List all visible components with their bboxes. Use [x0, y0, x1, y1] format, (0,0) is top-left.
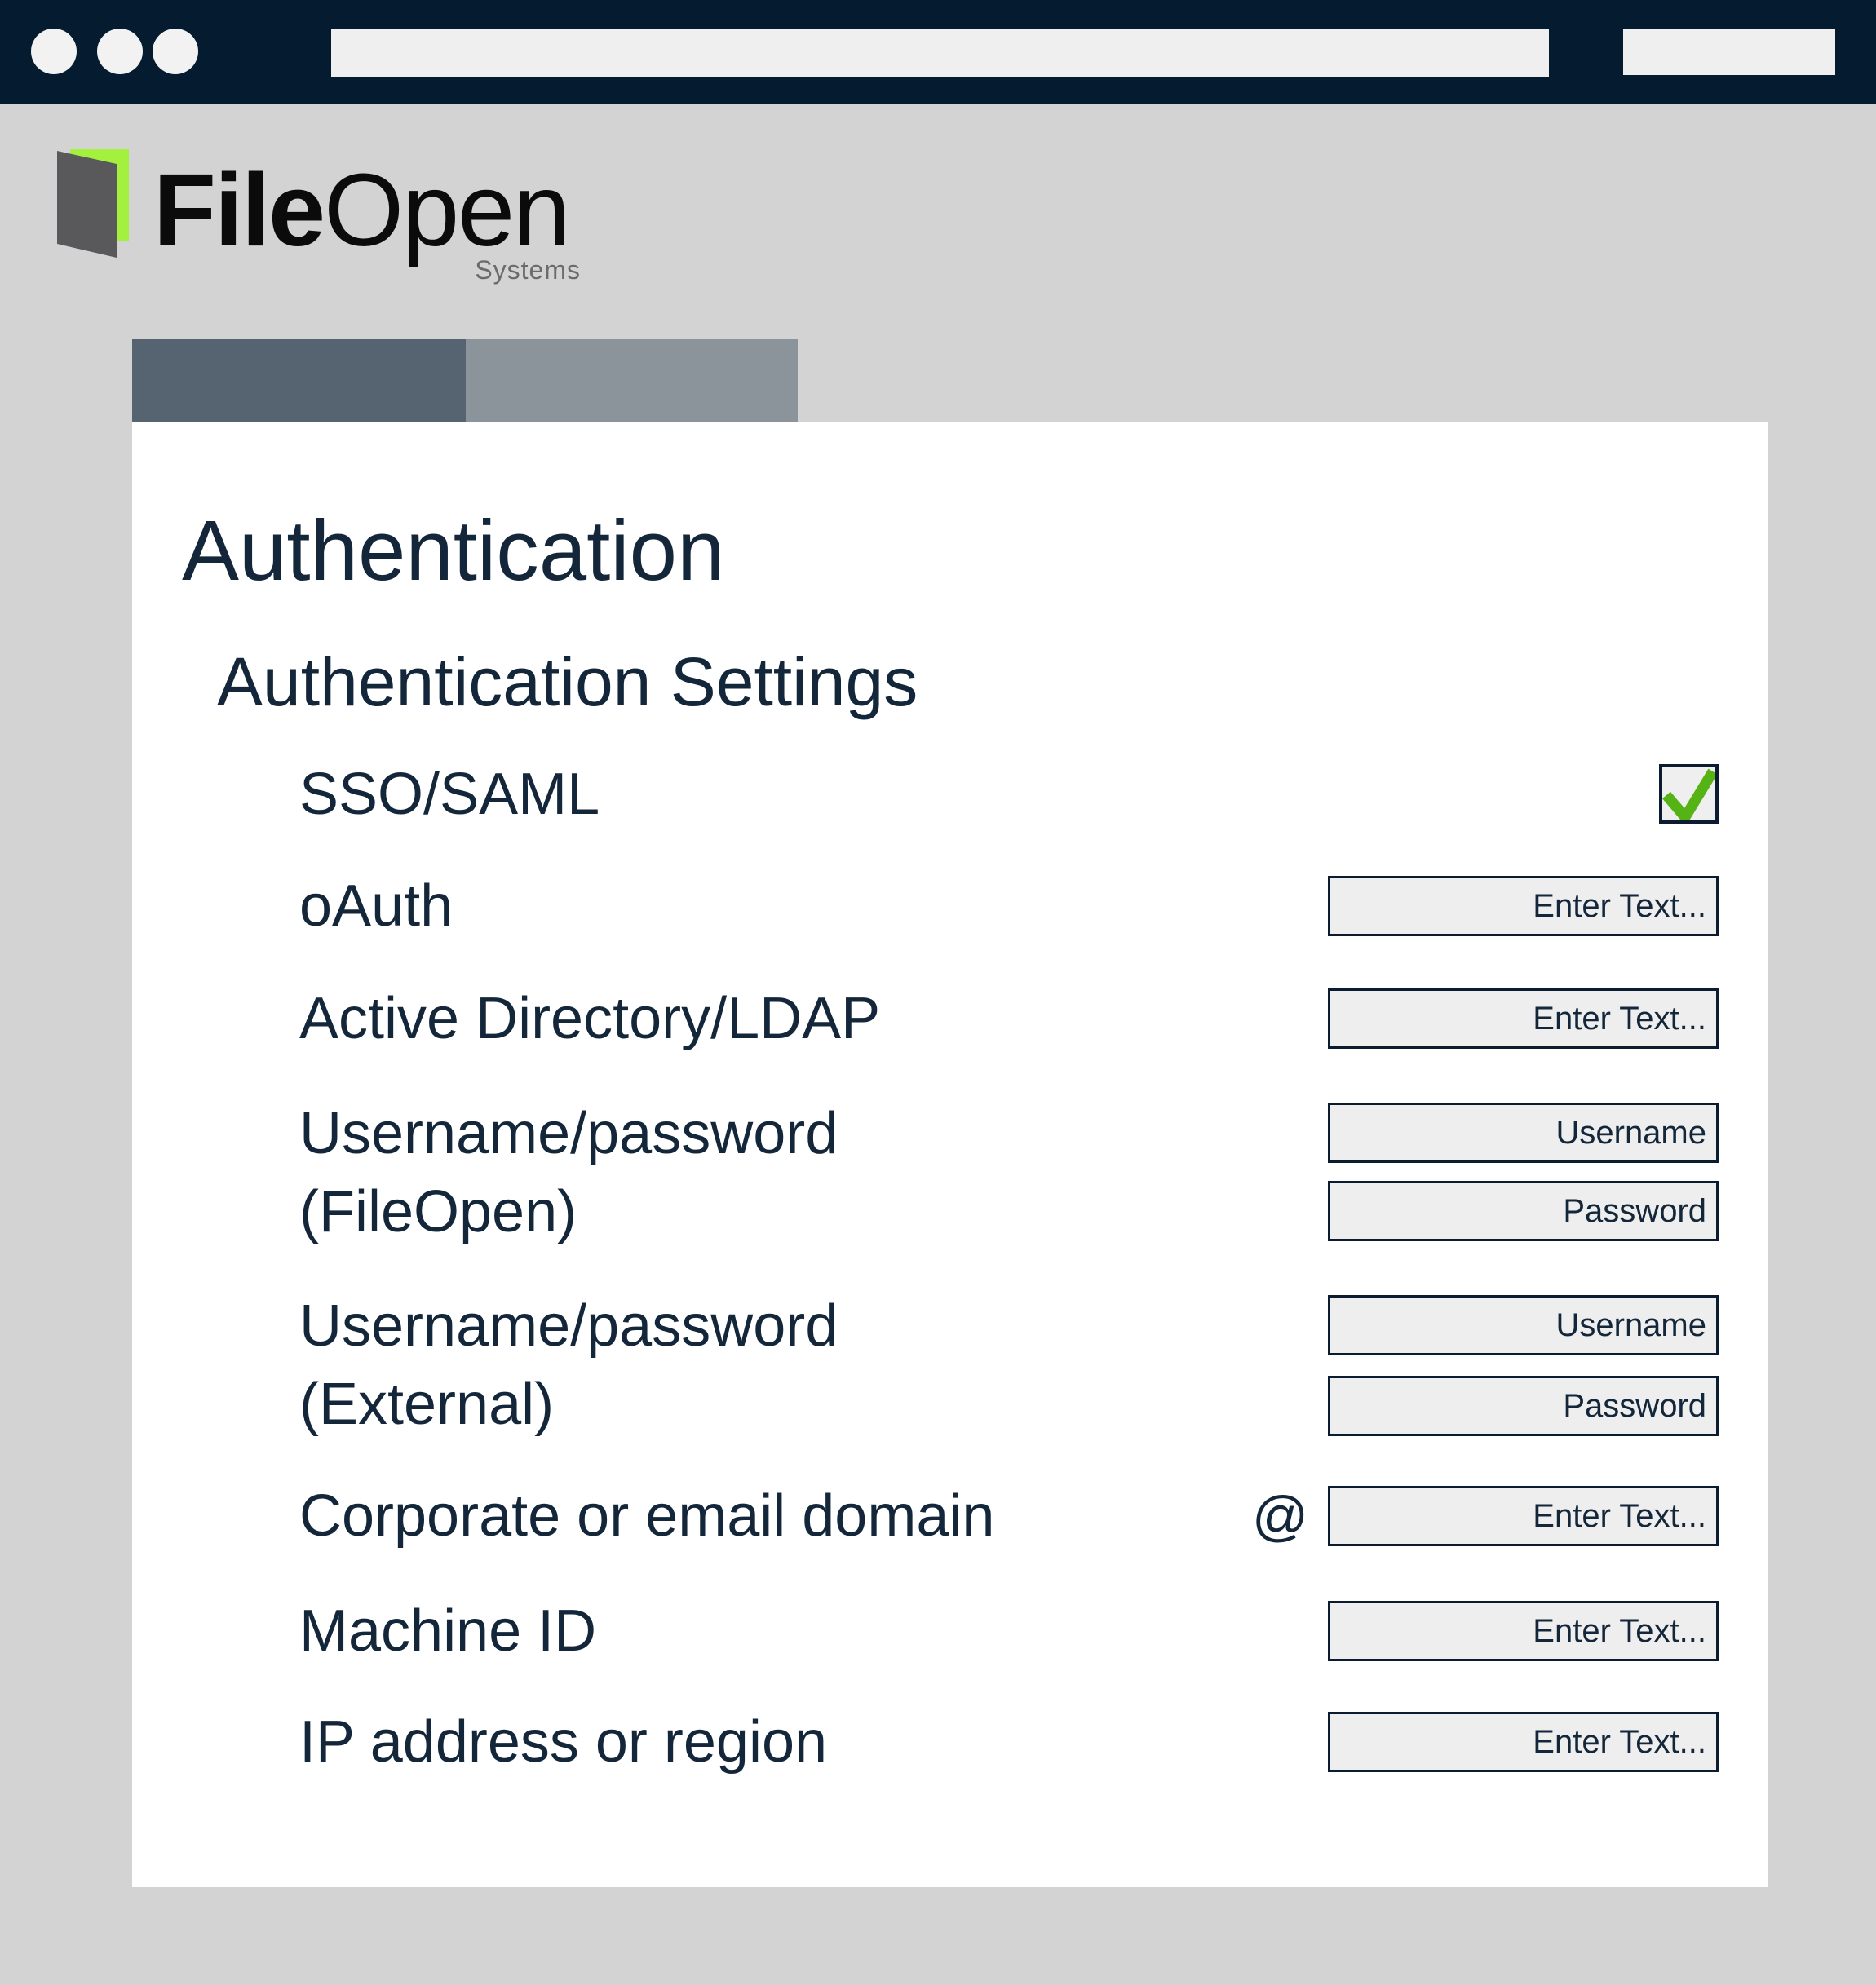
- userpass-external-label: Username/password (External): [299, 1287, 838, 1443]
- fileopen-password-input[interactable]: [1328, 1181, 1719, 1241]
- page-title: Authentication: [182, 508, 724, 594]
- sso-saml-label: SSO/SAML: [299, 755, 600, 833]
- userpass-fileopen-label: Username/password (FileOpen): [299, 1094, 838, 1251]
- window-control-dot-3[interactable]: [153, 29, 198, 74]
- checkmark-icon: [1662, 767, 1715, 820]
- setting-row-active-directory-ldap: Active Directory/LDAP: [299, 988, 1719, 1049]
- address-bar-input[interactable]: [331, 29, 1549, 77]
- machine-id-label: Machine ID: [299, 1592, 596, 1670]
- corporate-email-domain-label: Corporate or email domain: [299, 1477, 994, 1555]
- setting-row-ip-address-region: IP address or region: [299, 1712, 1719, 1772]
- brand-bold: File: [153, 153, 324, 267]
- userpass-external-label-line1: Username/password: [299, 1293, 838, 1359]
- setting-row-userpass-fileopen: Username/password (FileOpen): [299, 1103, 1719, 1241]
- at-symbol: @: [1252, 1488, 1308, 1544]
- open-book-icon: [54, 147, 132, 261]
- brand-tagline: Systems: [377, 257, 581, 283]
- setting-row-corporate-email-domain: Corporate or email domain @: [299, 1486, 1719, 1546]
- machine-id-input[interactable]: [1328, 1601, 1719, 1661]
- external-username-input[interactable]: [1328, 1295, 1719, 1355]
- corporate-email-domain-input[interactable]: [1328, 1486, 1719, 1546]
- active-directory-ldap-input[interactable]: [1328, 988, 1719, 1049]
- fileopen-username-input[interactable]: [1328, 1103, 1719, 1163]
- external-password-input[interactable]: [1328, 1376, 1719, 1436]
- window-control-dot-2[interactable]: [97, 29, 143, 74]
- brand-wordmark: FileOpen: [153, 159, 569, 262]
- oauth-label: oAuth: [299, 867, 453, 945]
- browser-menu-button[interactable]: [1623, 29, 1835, 75]
- userpass-fileopen-label-line1: Username/password: [299, 1101, 838, 1166]
- browser-topbar: [0, 0, 1876, 104]
- setting-row-oauth: oAuth: [299, 876, 1719, 936]
- section-title: Authentication Settings: [217, 648, 918, 716]
- active-directory-ldap-label: Active Directory/LDAP: [299, 979, 880, 1058]
- userpass-external-label-line2: (External): [299, 1372, 554, 1437]
- oauth-input[interactable]: [1328, 876, 1719, 936]
- brand-light: Open: [324, 153, 569, 267]
- window-control-dot-1[interactable]: [31, 29, 77, 74]
- setting-row-sso-saml: SSO/SAML: [299, 764, 1719, 824]
- content-panel: Authentication Authentication Settings S…: [132, 422, 1768, 1887]
- sso-saml-checkbox[interactable]: [1659, 764, 1719, 824]
- ip-address-region-input[interactable]: [1328, 1712, 1719, 1772]
- tab-active[interactable]: [132, 339, 466, 422]
- ip-address-region-label: IP address or region: [299, 1703, 827, 1781]
- userpass-fileopen-label-line2: (FileOpen): [299, 1179, 577, 1244]
- tab-inactive[interactable]: [466, 339, 798, 422]
- setting-row-machine-id: Machine ID: [299, 1601, 1719, 1661]
- setting-row-userpass-external: Username/password (External): [299, 1295, 1719, 1436]
